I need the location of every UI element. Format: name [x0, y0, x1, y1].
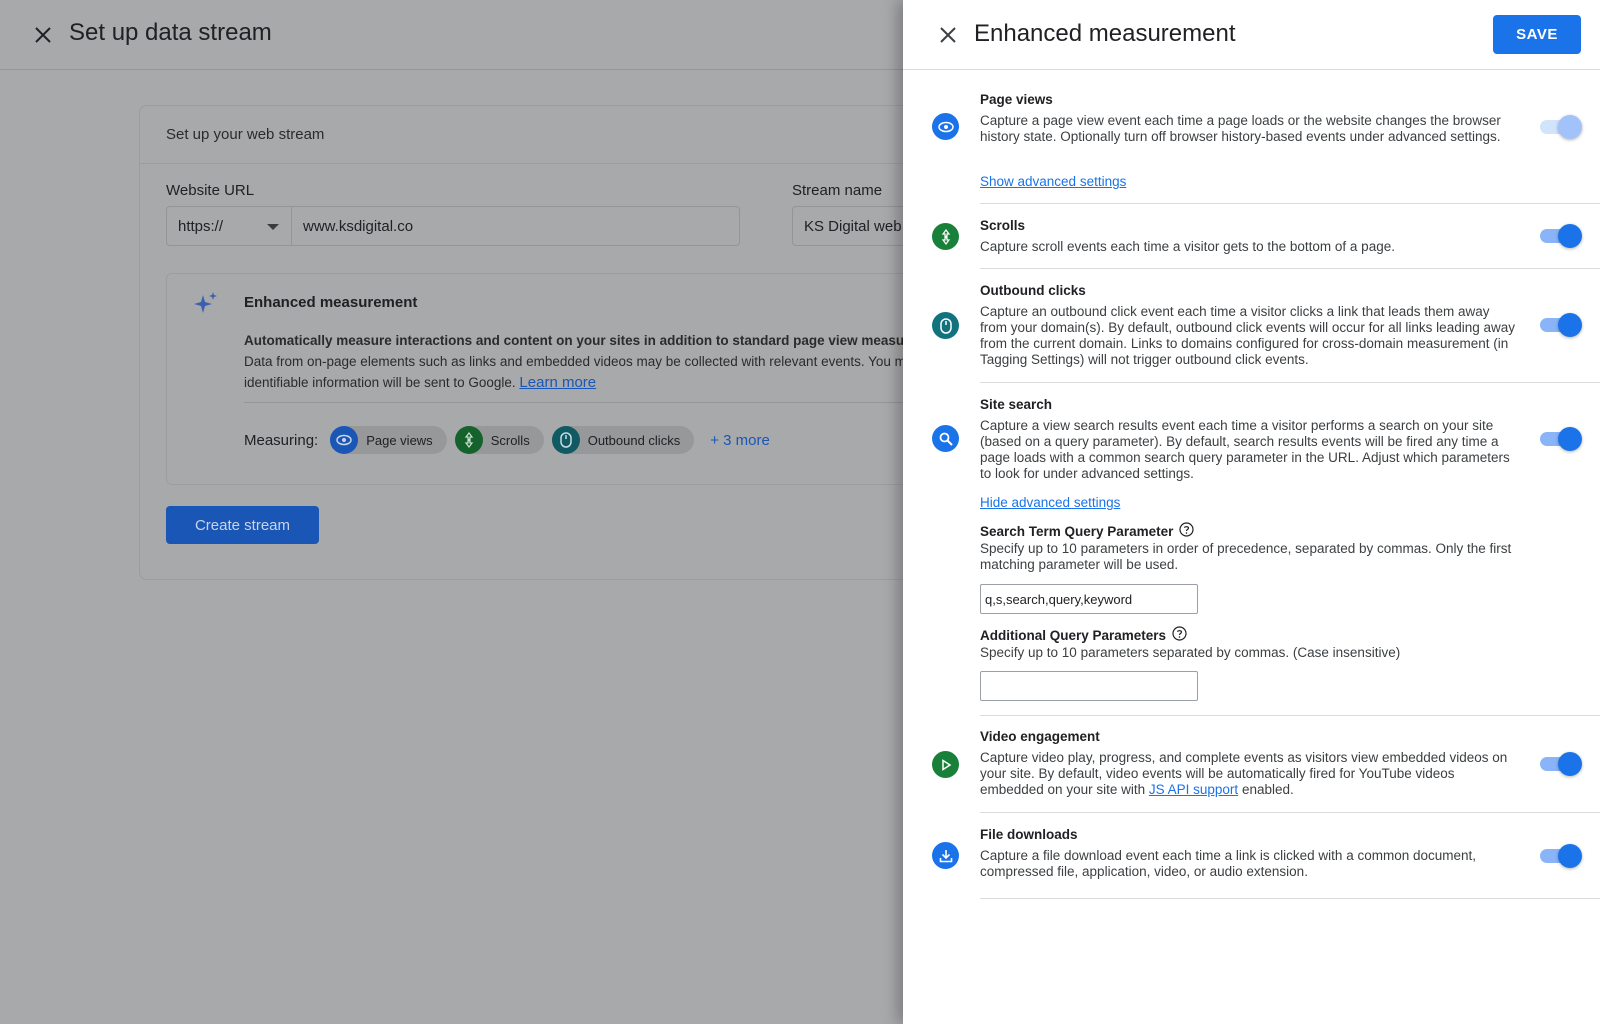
setting-title: Scrolls: [980, 218, 1026, 233]
chip-label: Page views: [366, 432, 433, 448]
search-icon: [932, 425, 959, 452]
measuring-label: Measuring:: [244, 431, 319, 449]
chip-outbound-clicks: Outbound clicks: [551, 426, 695, 454]
mouse-icon: [932, 312, 959, 339]
eye-icon: [932, 113, 959, 140]
help-icon[interactable]: [1172, 626, 1187, 644]
setting-title: Site search: [980, 397, 1053, 412]
close-icon[interactable]: [30, 22, 56, 48]
setting-title: Video engagement: [980, 729, 1100, 744]
download-icon: [932, 842, 959, 869]
file-downloads-toggle[interactable]: [1540, 844, 1582, 868]
chip-label: Outbound clicks: [587, 432, 681, 448]
website-url-label: Website URL: [166, 182, 255, 199]
measuring-row: Measuring: Page views Scrolls Outbound c…: [244, 426, 770, 454]
mouse-icon: [551, 426, 580, 454]
video-engagement-toggle[interactable]: [1540, 752, 1582, 776]
additional-params-input[interactable]: [980, 671, 1198, 701]
search-term-input[interactable]: [980, 584, 1198, 614]
setting-title: Page views: [980, 92, 1053, 107]
create-stream-button[interactable]: Create stream: [166, 506, 319, 544]
site-search-toggle[interactable]: [1540, 427, 1582, 451]
scroll-icon: [932, 223, 959, 250]
setting-title: Outbound clicks: [980, 283, 1086, 298]
website-url-input[interactable]: www.ksdigital.co: [291, 206, 740, 246]
save-button[interactable]: SAVE: [1493, 15, 1581, 54]
setting-description: Capture a page view event each time a pa…: [980, 113, 1501, 144]
setting-description: Capture scroll events each time a visito…: [980, 239, 1395, 254]
close-icon[interactable]: [934, 21, 962, 49]
setting-description: Capture video play, progress, and comple…: [980, 750, 1520, 798]
scroll-icon: [454, 426, 483, 454]
hide-advanced-settings-link[interactable]: Hide advanced settings: [980, 495, 1120, 510]
setting-description: Capture a file download event each time …: [980, 848, 1476, 879]
help-icon[interactable]: [1179, 522, 1194, 540]
chip-scrolls: Scrolls: [454, 426, 544, 454]
additional-params-label-text: Additional Query Parameters: [980, 627, 1167, 643]
description-text: Data from on-page elements such as links…: [244, 354, 906, 369]
video-desc-end: enabled.: [1241, 782, 1294, 797]
additional-params-description: Specify up to 10 parameters separated by…: [980, 645, 1401, 660]
search-term-label: Search Term Query Parameter: [980, 522, 1194, 540]
setting-scrolls: Scrolls Capture scroll events each time …: [903, 204, 1600, 269]
setting-outbound-clicks: Outbound clicks Capture an outbound clic…: [903, 269, 1600, 383]
setting-page-views: Page views Capture a page view event eac…: [903, 70, 1600, 204]
page-title: Set up data stream: [69, 19, 272, 46]
outbound-clicks-toggle[interactable]: [1540, 313, 1582, 337]
setting-video-engagement: Video engagement Capture video play, pro…: [903, 716, 1600, 813]
panel-header: Enhanced measurement SAVE: [903, 0, 1600, 70]
learn-more-link[interactable]: Learn more: [519, 374, 596, 391]
setting-site-search: Site search Capture a view search result…: [903, 383, 1600, 716]
sparkle-icon: [193, 291, 219, 322]
description-bold: Automatically measure interactions and c…: [244, 333, 953, 348]
protocol-value: https://: [178, 218, 224, 235]
search-term-label-text: Search Term Query Parameter: [980, 523, 1174, 539]
setting-title: File downloads: [980, 827, 1078, 842]
panel-title: Enhanced measurement: [974, 20, 1236, 47]
chip-page-views: Page views: [330, 426, 447, 454]
setting-file-downloads: File downloads Capture a file download e…: [903, 813, 1600, 899]
chip-label: Scrolls: [490, 432, 530, 448]
enhanced-measurement-panel: Enhanced measurement SAVE Page views Cap…: [903, 0, 1600, 1024]
play-icon: [932, 751, 959, 778]
page-views-toggle[interactable]: [1540, 115, 1582, 139]
js-api-support-link[interactable]: JS API support: [1149, 782, 1238, 797]
scrolls-toggle[interactable]: [1540, 224, 1582, 248]
search-term-description: Specify up to 10 parameters in order of …: [980, 541, 1512, 572]
enhanced-measurement-title: Enhanced measurement: [244, 294, 418, 311]
show-advanced-settings-link[interactable]: Show advanced settings: [980, 174, 1126, 189]
additional-params-label: Additional Query Parameters: [980, 626, 1187, 644]
description-text-2: identifiable information will be sent to…: [244, 375, 516, 390]
divider: [980, 898, 1600, 899]
protocol-select[interactable]: https://: [166, 206, 291, 246]
stream-name-label: Stream name: [792, 182, 883, 199]
setting-description: Capture a view search results event each…: [980, 418, 1510, 481]
eye-icon: [330, 426, 359, 454]
caret-down-icon: [267, 224, 279, 230]
setting-description: Capture an outbound click event each tim…: [980, 304, 1515, 367]
more-link[interactable]: + 3 more: [710, 432, 770, 449]
